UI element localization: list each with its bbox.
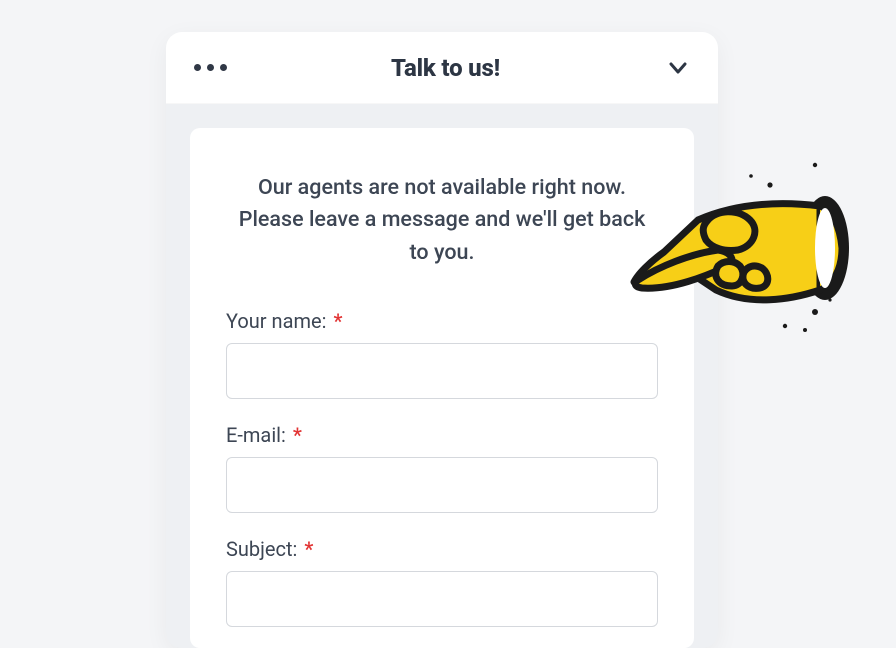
name-label: Your name: * [226,309,658,333]
subject-input[interactable] [226,571,658,627]
name-field: Your name: * [226,309,658,399]
chevron-down-icon [666,56,690,80]
widget-title: Talk to us! [391,54,500,82]
email-field: E-mail: * [226,423,658,513]
required-mark: * [333,309,342,333]
subject-label: Subject: * [226,537,658,561]
email-label: E-mail: * [226,423,658,447]
widget-header: Talk to us! [166,32,718,104]
required-mark: * [293,423,302,447]
minimize-button[interactable] [664,54,692,82]
name-input[interactable] [226,343,658,399]
email-input[interactable] [226,457,658,513]
subject-label-text: Subject: [226,537,297,561]
name-label-text: Your name: [226,309,326,333]
subject-field: Subject: * [226,537,658,627]
offline-form-card: Our agents are not available right now. … [190,128,694,648]
required-mark: * [304,537,313,561]
chat-widget: Talk to us! Our agents are not available… [166,32,718,648]
email-label-text: E-mail: [226,423,286,447]
more-options-icon[interactable] [194,64,227,71]
offline-message: Our agents are not available right now. … [226,172,658,269]
